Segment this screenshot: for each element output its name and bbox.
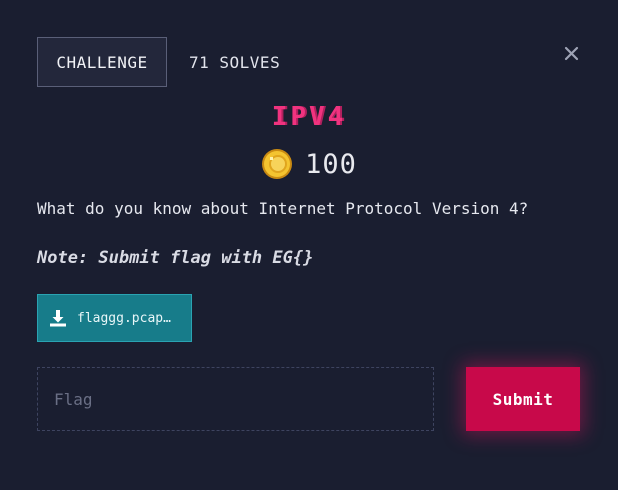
tab-challenge-label: CHALLENGE	[56, 52, 148, 72]
close-button[interactable]	[562, 44, 582, 64]
challenge-modal: CHALLENGE 71 SOLVES IPV4 100 What do you…	[0, 0, 618, 490]
tab-solves[interactable]: 71 SOLVES	[189, 53, 280, 72]
coin-icon	[262, 149, 293, 179]
close-icon	[564, 46, 579, 61]
submit-button[interactable]: Submit	[466, 367, 580, 431]
download-icon	[50, 310, 66, 327]
flag-input[interactable]	[37, 367, 434, 431]
challenge-note: Note: Submit flag with EG{}	[37, 248, 314, 268]
file-download-button[interactable]: flaggg.pcap…	[37, 294, 192, 342]
points-value: 100	[305, 148, 357, 180]
file-name: flaggg.pcap…	[77, 310, 171, 326]
challenge-points: 100	[0, 148, 618, 180]
modal-tabs: CHALLENGE 71 SOLVES	[37, 37, 280, 87]
challenge-description: What do you know about Internet Protocol…	[37, 199, 529, 218]
challenge-title: IPV4	[271, 102, 347, 132]
tab-solves-label: 71 SOLVES	[189, 52, 281, 72]
tab-challenge[interactable]: CHALLENGE	[37, 37, 167, 87]
